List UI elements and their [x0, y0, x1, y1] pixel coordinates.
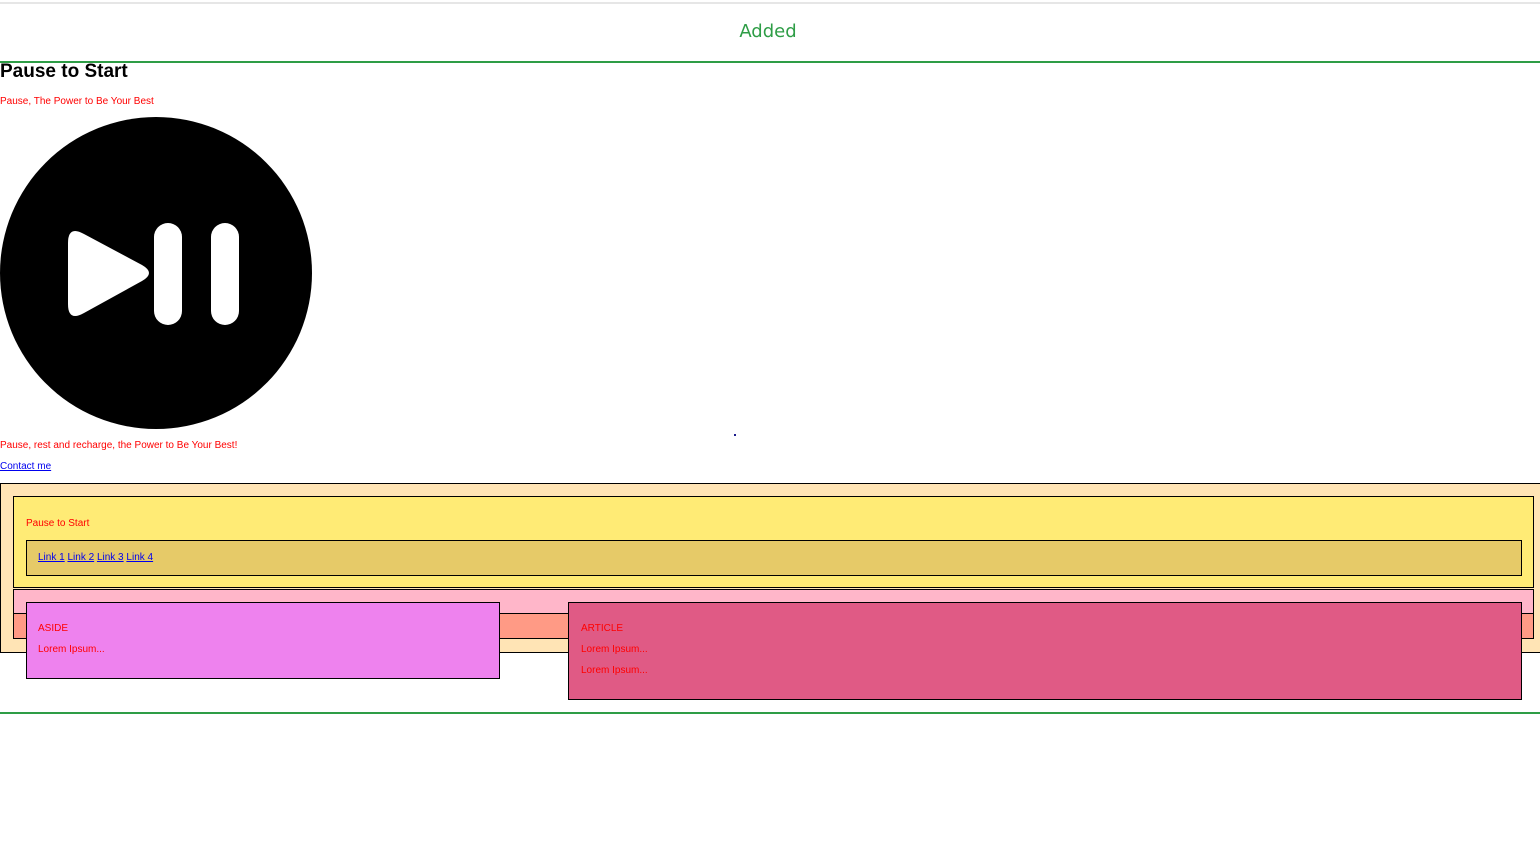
article-section	[568, 602, 1522, 700]
article-paragraph-2: Lorem Ipsum...	[581, 665, 648, 676]
aside-heading: ASIDE	[38, 623, 69, 634]
green-divider-top	[0, 61, 1540, 63]
page-title: Pause to Start	[0, 61, 128, 82]
nav-bar	[26, 540, 1522, 576]
article-paragraph-1: Lorem Ipsum...	[581, 644, 648, 655]
header-title: Pause to Start	[26, 518, 90, 529]
nav-link-4[interactable]: Link 4	[126, 552, 153, 563]
pause-bar-right	[211, 223, 239, 325]
pause-bar-left	[154, 223, 182, 325]
contact-link[interactable]: Contact me	[0, 461, 51, 473]
page-subtitle: Pause, The Power to Be Your Best	[0, 96, 154, 107]
nav-link-1[interactable]: Link 1	[38, 552, 65, 563]
added-banner-label: Added	[739, 21, 797, 42]
nav-links: Link 1 Link 2 Link 3 Link 4	[38, 552, 153, 564]
aside-body: Lorem Ipsum...	[38, 644, 105, 655]
article-heading: ARTICLE	[581, 623, 624, 634]
top-divider	[0, 2, 1540, 4]
tagline: Pause, rest and recharge, the Power to B…	[0, 440, 238, 451]
stray-dot	[734, 434, 736, 436]
green-divider-bottom	[0, 712, 1540, 714]
nav-link-2[interactable]: Link 2	[67, 552, 94, 563]
play-pause-icon	[0, 117, 312, 429]
nav-link-3[interactable]: Link 3	[97, 552, 124, 563]
aside-section	[26, 602, 500, 679]
